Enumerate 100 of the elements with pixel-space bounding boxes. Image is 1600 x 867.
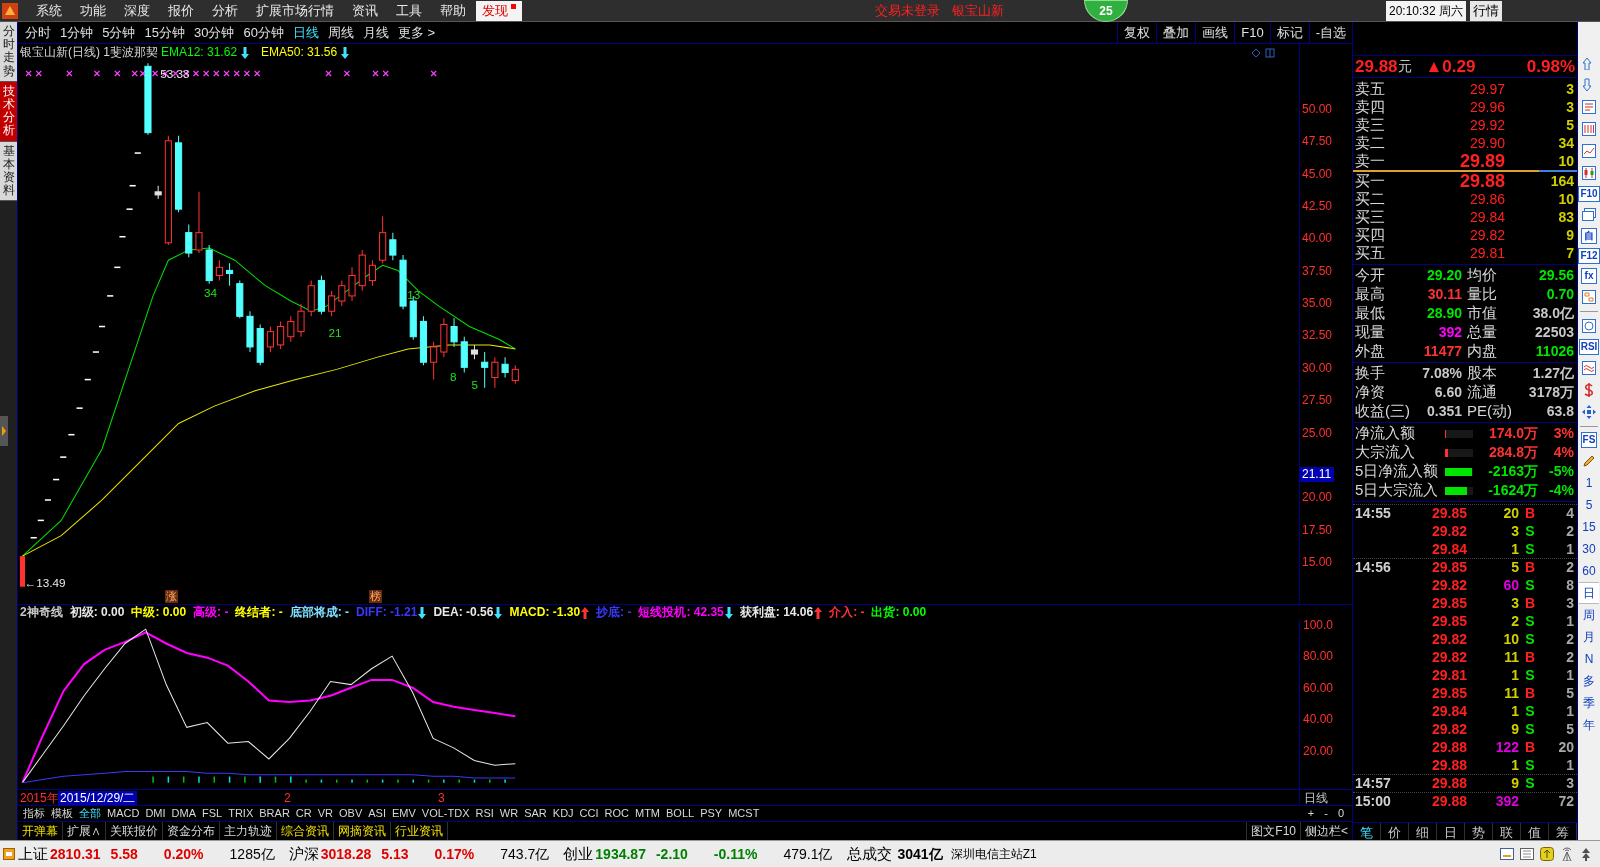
period-tab[interactable]: 30分钟 <box>189 22 239 43</box>
antenna-icon[interactable] <box>1560 847 1574 861</box>
chart-tool-button[interactable]: 标记 <box>1269 22 1309 43</box>
menu-item[interactable]: 深度 <box>116 0 158 21</box>
period-tab[interactable]: 分时 <box>21 22 55 43</box>
chart-tool-button[interactable]: 画线 <box>1195 22 1235 43</box>
app-logo-icon[interactable] <box>1 1 19 20</box>
indicator-tab[interactable]: OBV <box>336 806 366 821</box>
market-icon[interactable] <box>3 848 15 860</box>
windows-icon[interactable] <box>1582 208 1596 222</box>
tool-button[interactable]: RSI <box>1578 339 1600 355</box>
event-marker[interactable]: 榜 <box>369 590 382 603</box>
indicator-tab[interactable]: BOLL <box>663 806 698 821</box>
period-button[interactable]: 1 <box>1579 472 1599 494</box>
indicator-tab[interactable]: BRAR <box>256 806 293 821</box>
indicator-tab[interactable]: CCI <box>576 806 602 821</box>
period-button[interactable]: 月 <box>1579 626 1599 648</box>
menu-item[interactable]: 报价 <box>160 0 202 21</box>
panel-toggle-icon[interactable] <box>1265 48 1275 58</box>
indicator-tab[interactable]: SAR <box>521 806 550 821</box>
side-tab[interactable]: 分时走势 <box>0 22 17 82</box>
side-tab[interactable]: 基本资料 <box>0 141 17 202</box>
move-icon[interactable] <box>1582 405 1596 419</box>
list-icon[interactable] <box>1520 848 1534 860</box>
stat-value: 7.08% <box>1422 364 1462 383</box>
period-button[interactable]: 15 <box>1579 516 1599 538</box>
indicator-tab[interactable]: KDJ <box>549 806 577 821</box>
period-tab[interactable]: 1分钟 <box>56 22 98 43</box>
period-button[interactable]: 季 <box>1579 692 1599 714</box>
tool-button[interactable]: F12 <box>1578 248 1600 264</box>
collapse-handle-icon[interactable] <box>0 416 8 447</box>
tool-button[interactable]: 自 <box>1581 228 1597 244</box>
tool-button[interactable]: F10 <box>1578 186 1600 202</box>
zoom-control[interactable]: + <box>1305 806 1317 821</box>
indicator-tab[interactable]: MTM <box>632 806 664 821</box>
menu-item[interactable]: 扩展市场行情 <box>248 0 342 21</box>
indicator-tab[interactable]: ROC <box>601 806 632 821</box>
event-marker[interactable]: 涨 <box>165 590 178 603</box>
indicator-tab[interactable]: WR <box>496 806 522 821</box>
period-button[interactable]: 年 <box>1579 714 1599 736</box>
indicator-tab[interactable]: 全部 <box>76 806 104 821</box>
period-button[interactable]: 日 <box>1579 582 1599 604</box>
indicator-tab[interactable]: MCST <box>725 806 763 821</box>
trade-side: S <box>1524 575 1536 595</box>
indicator-tab[interactable]: 指标 <box>20 806 48 821</box>
zoom-control[interactable]: - <box>1322 806 1330 821</box>
period-tab[interactable]: 5分钟 <box>98 22 140 43</box>
period-button[interactable]: 多 <box>1579 670 1599 692</box>
menu-item[interactable]: 系统 <box>28 0 70 21</box>
chart-tool-button[interactable]: -自选 <box>1308 22 1352 43</box>
menu-item[interactable]: 发现 <box>476 0 522 21</box>
market-tab[interactable]: 行情 <box>1470 0 1503 21</box>
side-tab[interactable]: 技术分析 <box>0 81 17 142</box>
period-button[interactable]: 周 <box>1579 604 1599 626</box>
indicator-tab[interactable]: CR <box>292 806 315 821</box>
menu-item[interactable]: 帮助 <box>432 0 474 21</box>
indicator-tab[interactable]: 模板 <box>48 806 76 821</box>
indicator-tab[interactable]: DMI <box>142 806 169 821</box>
diamond-icon[interactable] <box>1251 48 1261 58</box>
indicator-tab[interactable]: DMA <box>168 806 199 821</box>
indicator-tab[interactable]: VR <box>314 806 336 821</box>
circle-icon[interactable] <box>1582 319 1596 333</box>
menu-item[interactable]: 功能 <box>72 0 114 21</box>
indicator-tab[interactable]: FSL <box>199 806 226 821</box>
list-icon[interactable] <box>1582 100 1596 114</box>
period-tab[interactable]: 日线 <box>288 22 323 43</box>
period-button[interactable]: 5 <box>1579 494 1599 516</box>
indicator-tab[interactable]: MACD <box>104 806 143 821</box>
period-button[interactable]: 30 <box>1579 538 1599 560</box>
indicator-tab[interactable]: RSI <box>472 806 497 821</box>
indicator-tab[interactable]: VOL-TDX <box>418 806 473 821</box>
menu-item[interactable]: 工具 <box>388 0 430 21</box>
tool-button[interactable]: fx <box>1581 268 1597 284</box>
wave-chart-icon[interactable] <box>1582 361 1596 375</box>
order-label: 卖二 <box>1355 132 1386 153</box>
period-tab[interactable]: 更多 > <box>393 22 440 43</box>
period-tab[interactable]: 月线 <box>358 22 393 43</box>
window-icon[interactable] <box>1500 848 1514 860</box>
chart-tool-button[interactable]: 复权 <box>1117 22 1157 43</box>
menu-item[interactable]: 分析 <box>204 0 246 21</box>
period-tab[interactable]: 周线 <box>323 22 358 43</box>
indicator-tab[interactable]: TRIX <box>225 806 257 821</box>
period-tab[interactable]: 15分钟 <box>140 22 189 43</box>
indicator-tab[interactable]: EMV <box>388 806 419 821</box>
table-icon[interactable] <box>1582 122 1596 136</box>
chart-tool-button[interactable]: 叠加 <box>1156 22 1196 43</box>
upload-icon[interactable] <box>1540 847 1554 861</box>
zoom-control[interactable]: 0 <box>1335 806 1346 821</box>
candlestick-icon[interactable] <box>1582 166 1596 180</box>
indicator-tab[interactable]: PSY <box>697 806 726 821</box>
dollar-icon[interactable] <box>1582 383 1596 397</box>
menu-item[interactable]: 资讯 <box>344 0 386 21</box>
period-tab[interactable]: 60分钟 <box>239 22 288 43</box>
tool-button[interactable]: FS <box>1580 432 1598 448</box>
chart-tool-button[interactable]: F10 <box>1234 22 1270 43</box>
period-button[interactable]: 60 <box>1579 560 1599 582</box>
period-button[interactable]: N <box>1579 648 1599 670</box>
pencil-icon[interactable] <box>1582 454 1596 468</box>
line-chart-icon[interactable] <box>1582 144 1596 158</box>
indicator-tab[interactable]: ASI <box>365 806 389 821</box>
